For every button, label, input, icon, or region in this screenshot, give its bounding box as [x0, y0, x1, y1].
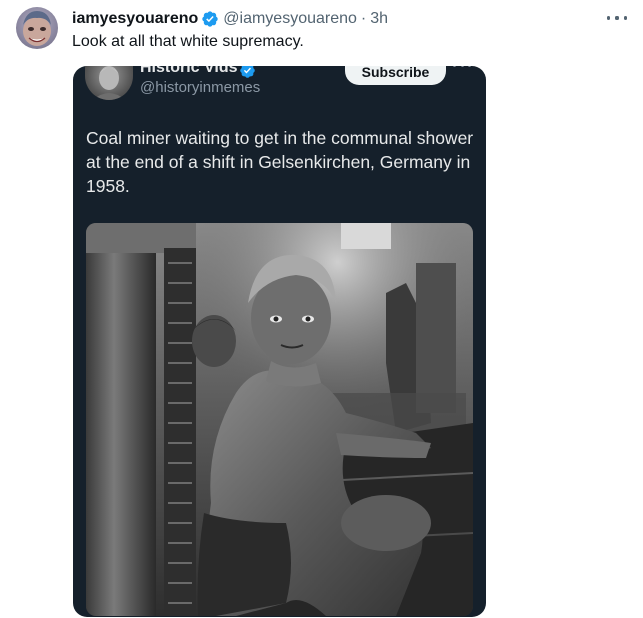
quoted-more-icon [453, 66, 471, 70]
quoted-author-handle: @historyinmemes [140, 79, 261, 96]
author-name[interactable]: iamyesyouareno [72, 10, 198, 28]
coal-miner-photo [86, 223, 473, 616]
quoted-verified-badge-icon [240, 66, 255, 78]
author-avatar[interactable] [16, 7, 58, 49]
tweet-media[interactable]: Historic Vids @historyinmemes Subscribe … [73, 66, 486, 617]
timestamp[interactable]: 3h [370, 10, 388, 28]
tweet-header: iamyesyouareno @iamyesyouareno · 3h [72, 9, 388, 29]
more-options-icon[interactable] [607, 10, 627, 26]
quoted-author-avatar [85, 66, 133, 100]
subscribe-button: Subscribe [345, 66, 446, 85]
quoted-caption: Coal miner waiting to get in the communa… [86, 128, 474, 196]
author-handle[interactable]: @iamyesyouareno [223, 10, 357, 28]
quoted-author-name: Historic Vids [140, 66, 238, 76]
separator-dot: · [360, 10, 367, 27]
verified-badge-icon [202, 11, 218, 27]
tweet-text: Look at all that white supremacy. [72, 33, 304, 50]
